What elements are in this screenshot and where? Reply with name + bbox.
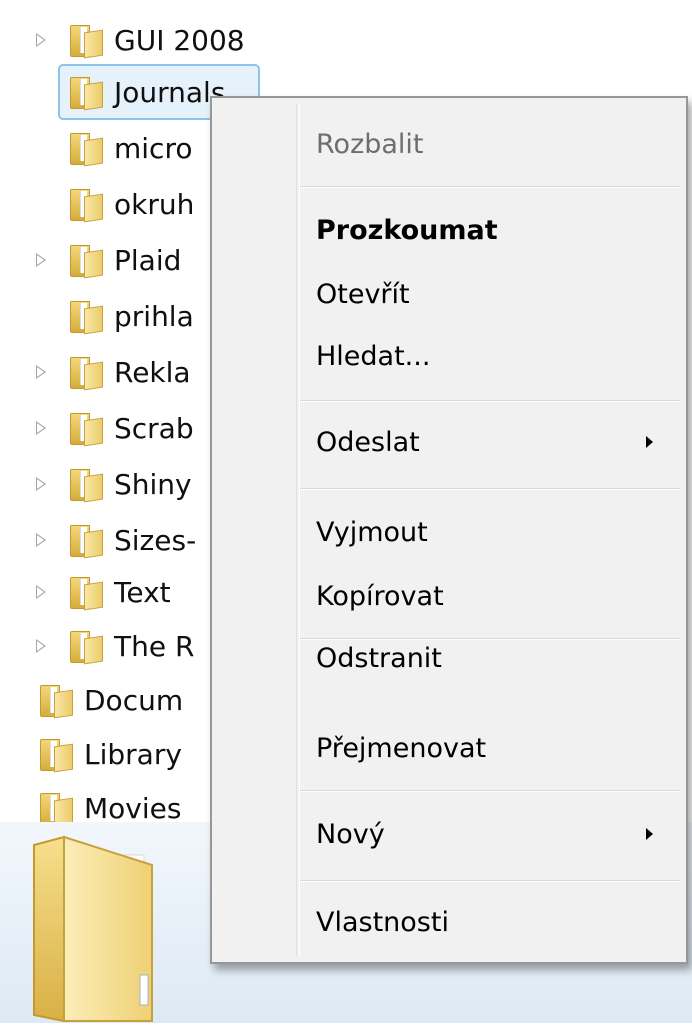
menu-item-label: Nový bbox=[316, 818, 385, 850]
menu-item-hledat[interactable]: Hledat... bbox=[316, 334, 430, 378]
tree-item-label: Scrab bbox=[114, 411, 194, 445]
folder-icon bbox=[68, 133, 103, 167]
large-folder-icon bbox=[33, 835, 153, 1023]
triangle-right-icon[interactable] bbox=[36, 533, 46, 547]
tree-item-library[interactable]: Library bbox=[38, 726, 182, 782]
folder-icon bbox=[38, 739, 73, 773]
folder-icon bbox=[68, 77, 103, 111]
menu-item-odeslat[interactable]: Odeslat bbox=[316, 420, 420, 464]
menu-item-kopirovat[interactable]: Kopírovat bbox=[316, 574, 444, 618]
folder-icon bbox=[68, 245, 103, 279]
menu-item-odstranit[interactable]: Odstranit bbox=[316, 636, 442, 680]
tree-item-prihla[interactable]: prihla bbox=[36, 288, 194, 344]
menu-separator bbox=[300, 488, 680, 490]
tree-item-journals[interactable]: Journals bbox=[36, 64, 225, 120]
menu-separator bbox=[300, 880, 680, 882]
tree-item-gui-2008[interactable]: GUI 2008 bbox=[36, 12, 245, 68]
menu-item-vyjmout[interactable]: Vyjmout bbox=[316, 510, 428, 554]
tree-item-label: GUI 2008 bbox=[114, 23, 245, 57]
context-menu: Rozbalit Prozkoumat Otevřít Hledat... Od… bbox=[210, 96, 688, 964]
tree-item-shiny[interactable]: Shiny bbox=[36, 456, 192, 512]
tree-item-text[interactable]: Text bbox=[36, 564, 171, 620]
tree-item-label: Journals bbox=[114, 75, 226, 109]
tree-item-micro[interactable]: micro bbox=[36, 120, 192, 176]
triangle-right-icon[interactable] bbox=[36, 253, 46, 267]
tree-item-label: Docum bbox=[84, 683, 184, 717]
menu-separator bbox=[300, 186, 680, 188]
tree-item-the-r[interactable]: The R bbox=[36, 618, 194, 674]
menu-item-prozkoumat[interactable]: Prozkoumat bbox=[316, 208, 498, 252]
folder-icon bbox=[68, 631, 103, 665]
tree-item-rekla[interactable]: Rekla bbox=[36, 344, 191, 400]
tree-item-scrab[interactable]: Scrab bbox=[36, 400, 194, 456]
menu-item-otevrit[interactable]: Otevřít bbox=[316, 272, 410, 316]
folder-icon bbox=[38, 685, 73, 719]
tree-item-plaid[interactable]: Plaid bbox=[36, 232, 181, 288]
folder-icon bbox=[38, 793, 73, 827]
tree-item-label: The R bbox=[114, 629, 195, 663]
tree-item-label: Sizes- bbox=[114, 523, 197, 557]
tree-item-label: Rekla bbox=[114, 355, 191, 389]
menu-item-prejmenovat[interactable]: Přejmenovat bbox=[316, 726, 486, 770]
tree-item-documents[interactable]: Docum bbox=[38, 672, 183, 728]
folder-icon bbox=[68, 577, 103, 611]
tree-item-label: Text bbox=[114, 575, 171, 609]
folder-icon bbox=[68, 357, 103, 391]
menu-gutter bbox=[296, 104, 300, 956]
menu-item-rozbalit[interactable]: Rozbalit bbox=[316, 122, 424, 166]
tree-item-label: prihla bbox=[114, 299, 194, 333]
triangle-right-icon[interactable] bbox=[36, 365, 46, 379]
folder-icon bbox=[68, 189, 103, 223]
triangle-right-icon[interactable] bbox=[36, 421, 46, 435]
menu-item-novy[interactable]: Nový bbox=[316, 812, 385, 856]
tree-item-label: Plaid bbox=[114, 243, 182, 277]
folder-icon bbox=[68, 469, 103, 503]
triangle-right-icon[interactable] bbox=[36, 639, 46, 653]
triangle-right-icon[interactable] bbox=[36, 585, 46, 599]
folder-icon bbox=[68, 525, 103, 559]
folder-icon bbox=[68, 301, 103, 335]
tree-item-label: micro bbox=[114, 131, 193, 165]
tree-item-sizes[interactable]: Sizes- bbox=[36, 512, 196, 568]
triangle-right-icon[interactable] bbox=[36, 477, 46, 491]
menu-separator bbox=[300, 790, 680, 792]
submenu-arrow-icon bbox=[646, 436, 653, 448]
tree-item-label: okruh bbox=[114, 187, 195, 221]
tree-item-label: Movies bbox=[84, 791, 182, 825]
menu-item-vlastnosti[interactable]: Vlastnosti bbox=[316, 900, 449, 944]
tree-item-okruh[interactable]: okruh bbox=[36, 176, 194, 232]
folder-icon bbox=[68, 413, 103, 447]
submenu-arrow-icon bbox=[646, 828, 653, 840]
triangle-right-icon[interactable] bbox=[36, 33, 46, 47]
menu-separator bbox=[300, 400, 680, 402]
menu-item-label: Odeslat bbox=[316, 426, 420, 458]
tree-item-label: Library bbox=[84, 737, 182, 771]
tree-item-label: Shiny bbox=[114, 467, 192, 501]
folder-icon bbox=[68, 25, 103, 59]
